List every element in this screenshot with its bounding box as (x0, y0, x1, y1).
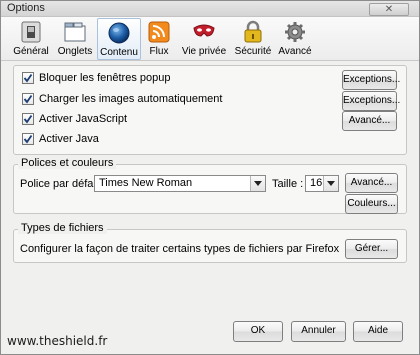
pane-feeds-label: Flux (149, 46, 169, 57)
cancel-button[interactable]: Annuler (291, 321, 346, 342)
content-options-group: Bloquer les fenêtres popup Exceptions...… (13, 65, 407, 155)
checkmark-icon (23, 134, 33, 144)
close-button[interactable]: ✕ (369, 3, 409, 16)
gear-icon (285, 22, 305, 42)
images-exceptions-button[interactable]: Exceptions... (342, 91, 400, 111)
pane-general-label: Général (13, 46, 49, 57)
colors-button[interactable]: Couleurs... (345, 194, 398, 214)
chevron-down-icon (250, 176, 265, 191)
ok-button[interactable]: OK (233, 321, 283, 342)
enable-java-label: Activer Java (39, 133, 99, 145)
close-icon: ✕ (384, 4, 394, 15)
manage-file-types-button[interactable]: Gérer... (345, 239, 398, 259)
fonts-colors-caption: Polices et couleurs (18, 157, 117, 169)
font-size-label: Taille : (272, 178, 304, 190)
option-enable-java[interactable]: Activer Java (22, 133, 99, 145)
option-block-popups[interactable]: Bloquer les fenêtres popup (22, 72, 170, 84)
enable-java-checkbox[interactable] (22, 133, 34, 145)
rss-feed-icon (148, 21, 170, 43)
popups-exceptions-button[interactable]: Exceptions... (342, 70, 400, 90)
window-title: Options (7, 2, 45, 14)
javascript-advanced-button[interactable]: Avancé... (342, 111, 397, 131)
padlock-icon (244, 20, 262, 43)
title-bar: Options ✕ (1, 1, 419, 17)
block-popups-label: Bloquer les fenêtres popup (39, 72, 171, 84)
pane-content-label: Contenu (100, 47, 138, 58)
fonts-advanced-button[interactable]: Avancé... (345, 173, 398, 193)
file-types-description: Configurer la façon de traiter certains … (20, 243, 340, 255)
default-font-select[interactable]: Times New Roman (94, 175, 266, 192)
font-size-select[interactable]: 16 (305, 175, 339, 192)
pane-general[interactable]: Général (9, 18, 53, 60)
file-types-group: Types de fichiers Configurer la façon de… (13, 222, 407, 263)
help-button[interactable]: Aide (353, 321, 403, 342)
checkmark-icon (23, 73, 33, 83)
options-window: Options ✕ Général Onglets Contenu Flux V… (0, 0, 420, 355)
file-types-caption: Types de fichiers (18, 222, 107, 234)
pane-security[interactable]: Sécurité (231, 18, 275, 60)
fonts-colors-group: Polices et couleurs Police par défaut : … (13, 157, 407, 214)
privacy-mask-icon (193, 24, 215, 37)
checkmark-icon (23, 94, 33, 104)
globe-icon (108, 22, 130, 44)
pane-content[interactable]: Contenu (97, 18, 141, 60)
pane-feeds[interactable]: Flux (142, 18, 176, 60)
pane-privacy-label: Vie privée (181, 46, 227, 57)
pane-toolbar: Général Onglets Contenu Flux Vie privée … (1, 17, 419, 61)
chevron-down-icon (323, 176, 338, 191)
pane-tabs[interactable]: Onglets (54, 18, 96, 60)
option-load-images[interactable]: Charger les images automatiquement (22, 93, 222, 105)
pane-privacy[interactable]: Vie privée (179, 18, 229, 60)
pane-security-label: Sécurité (234, 46, 272, 57)
checkmark-icon (23, 114, 33, 124)
website-watermark: www.theshield.fr (7, 334, 108, 348)
enable-javascript-label: Activer JavaScript (39, 113, 128, 125)
tabs-icon (64, 22, 86, 42)
font-size-value: 16 (310, 177, 323, 189)
default-font-value: Times New Roman (99, 177, 193, 189)
pane-advanced-label: Avancé (278, 46, 312, 57)
block-popups-checkbox[interactable] (22, 72, 34, 84)
pane-tabs-label: Onglets (57, 46, 93, 57)
general-switch-icon (21, 21, 41, 43)
load-images-label: Charger les images automatiquement (39, 93, 223, 105)
option-enable-javascript[interactable]: Activer JavaScript (22, 113, 127, 125)
enable-javascript-checkbox[interactable] (22, 113, 34, 125)
load-images-checkbox[interactable] (22, 93, 34, 105)
pane-advanced[interactable]: Avancé (277, 18, 313, 60)
